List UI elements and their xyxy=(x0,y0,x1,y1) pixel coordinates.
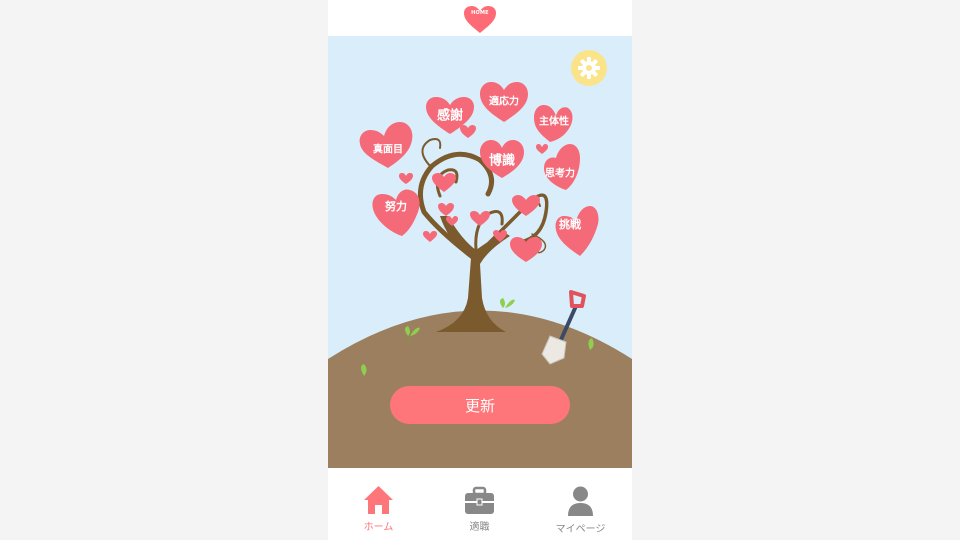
tab-mypage-label: マイページ xyxy=(555,524,606,535)
tab-home[interactable]: ホーム xyxy=(328,468,429,540)
briefcase-icon xyxy=(465,486,494,514)
home-icon xyxy=(364,486,393,514)
home-logo[interactable]: HOME xyxy=(464,6,496,34)
tree-scene: 感謝 適応力 主体性 真面目 博識 思考力 努力 挑戦 更新 xyxy=(328,36,632,468)
heart-label-doryoku: 努力 xyxy=(385,200,407,213)
home-logo-text: HOME xyxy=(471,10,489,16)
tab-mypage[interactable]: マイページ xyxy=(530,468,631,540)
tab-jobs-label: 適職 xyxy=(469,522,490,533)
app-header: HOME xyxy=(328,0,632,36)
update-button[interactable]: 更新 xyxy=(390,386,570,424)
heart-label-chousen: 挑戦 xyxy=(559,218,581,231)
heart-label-kansha: 感謝 xyxy=(436,108,464,124)
heart-label-majime: 真面目 xyxy=(373,144,403,156)
sprout-center xyxy=(500,298,515,308)
tab-bar: ホーム 適職 マイページ xyxy=(328,468,632,540)
user-icon xyxy=(568,486,593,516)
heart-label-hakushiki: 博識 xyxy=(488,153,516,169)
heart-label-tekiouryoku: 適応力 xyxy=(489,96,519,108)
gear-icon xyxy=(578,57,600,79)
heart-label-shutaisei: 主体性 xyxy=(539,116,569,128)
settings-button[interactable] xyxy=(571,50,607,86)
tab-home-label: ホーム xyxy=(363,522,394,533)
heart-label-shikouryoku: 思考力 xyxy=(545,168,575,180)
phone-screen: HOME 感謝 適応力 主体性 真面目 博識 思考力 努力 挑戦 更新 ホーム … xyxy=(328,0,632,540)
tab-jobs[interactable]: 適職 xyxy=(429,468,530,540)
